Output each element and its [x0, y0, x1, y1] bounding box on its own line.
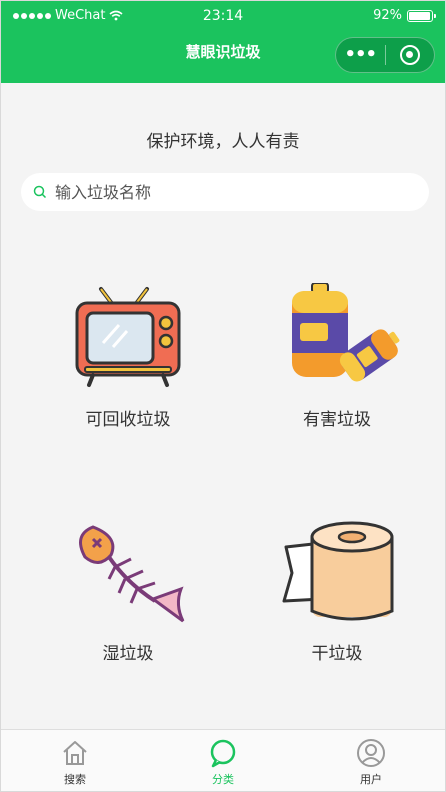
battery-percent: 92%: [373, 8, 402, 23]
status-bar: WeChat 23:14 92%: [1, 7, 445, 27]
chat-bubble-icon: [210, 739, 236, 768]
search-bar[interactable]: [21, 173, 429, 211]
search-input[interactable]: [55, 182, 395, 202]
category-recyclable[interactable]: 可回收垃圾: [43, 283, 213, 430]
category-wet[interactable]: 湿垃圾: [43, 517, 213, 664]
tab-user[interactable]: 用户: [297, 730, 445, 791]
battery-area: 92%: [373, 8, 436, 23]
capsule-menu: •••: [335, 37, 435, 73]
close-button[interactable]: [385, 45, 434, 65]
category-hazardous[interactable]: 有害垃圾: [252, 282, 422, 430]
battery-icon: [292, 282, 400, 382]
search-icon: [33, 185, 47, 199]
category-label: 湿垃圾: [102, 644, 154, 664]
tv-icon: [75, 287, 181, 387]
user-icon: [357, 739, 385, 767]
slogan: 保护环境，人人有责: [146, 132, 300, 152]
category-label: 干垃圾: [311, 644, 363, 664]
tab-label: 用户: [360, 773, 382, 786]
fish-bone-icon: [79, 525, 185, 623]
category-dry[interactable]: 干垃圾: [252, 517, 422, 664]
category-label: 有害垃圾: [303, 410, 371, 430]
more-dots-icon[interactable]: •••: [336, 37, 385, 73]
phone-screen: WeChat 23:14 92% 慧眼识垃圾 ••• 保护环境，人人有责 输入垃…: [0, 0, 446, 792]
tab-label: 搜索: [64, 773, 86, 786]
toilet-paper-icon: [282, 521, 394, 621]
battery-icon: [407, 9, 436, 22]
mini-program-close-icon: [399, 45, 420, 65]
tab-search[interactable]: 搜索: [1, 730, 149, 791]
top-bar: WeChat 23:14 92% 慧眼识垃圾 •••: [1, 1, 445, 83]
tab-category[interactable]: 分类: [149, 730, 297, 791]
home-icon: [63, 741, 87, 765]
category-label: 可回收垃圾: [85, 410, 171, 430]
tab-bar: 搜索 分类 用户: [1, 729, 445, 791]
tab-label: 分类: [212, 773, 234, 786]
